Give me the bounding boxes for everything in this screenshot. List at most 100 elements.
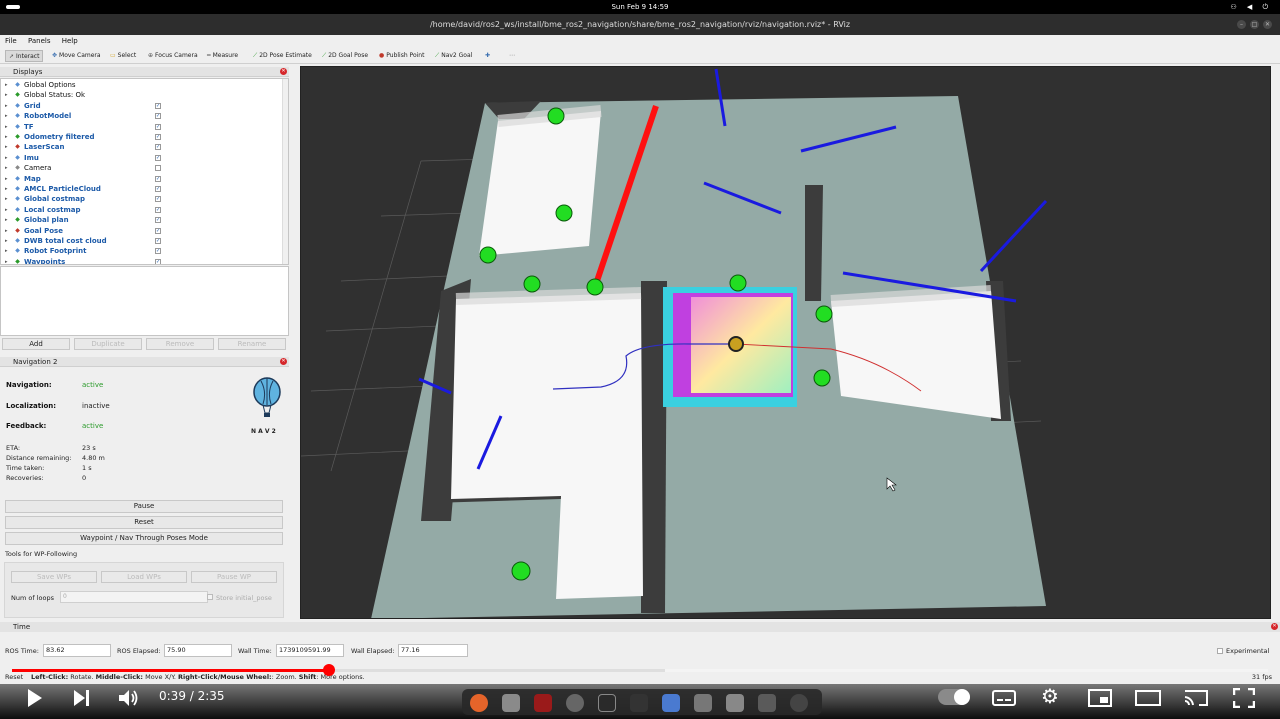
close-navigation2-icon[interactable]: ✕ <box>280 358 287 365</box>
display-item[interactable]: ▸ ◆ TF ✓ <box>1 122 283 132</box>
display-item[interactable]: ▸ ◆ RobotModel ✓ <box>1 111 283 121</box>
close-icon[interactable]: ✕ <box>1263 20 1272 29</box>
status-reset-button[interactable]: Reset <box>5 670 23 684</box>
display-enabled-checkbox[interactable]: ✓ <box>155 196 161 203</box>
add-tool-icon[interactable]: ✚ <box>482 50 493 62</box>
terminal-icon[interactable] <box>534 694 552 712</box>
more-tools-icon[interactable]: ⋯ <box>506 50 518 62</box>
maximize-icon[interactable]: □ <box>1250 20 1259 29</box>
cast-icon[interactable] <box>1182 687 1210 709</box>
pause-wp-button[interactable]: Pause WP <box>191 571 277 583</box>
firefox-icon[interactable] <box>470 694 488 712</box>
menu-file[interactable]: File <box>5 37 17 45</box>
display-item[interactable]: ▸ ◆ Waypoints ✓ <box>1 257 283 264</box>
load-wps-button[interactable]: Load WPs <box>101 571 187 583</box>
expand-arrow-icon[interactable]: ▸ <box>5 90 8 100</box>
tool-interact[interactable]: ➚ Interact <box>5 50 44 62</box>
pause-button[interactable]: Pause <box>5 500 283 513</box>
minimize-icon[interactable]: – <box>1237 20 1246 29</box>
display-item[interactable]: ▸ ◆ Grid ✓ <box>1 101 283 111</box>
save-wps-button[interactable]: Save WPs <box>11 571 97 583</box>
settings-gear-icon[interactable]: ⚙ <box>1041 684 1059 708</box>
display-item[interactable]: ▸ ◆ DWB total cost cloud ✓ <box>1 236 283 246</box>
store-initial-pose-checkbox[interactable] <box>207 594 213 600</box>
theater-mode-icon[interactable] <box>1135 689 1161 707</box>
display-enabled-checkbox[interactable]: ✓ <box>155 217 161 224</box>
reset-button[interactable]: Reset <box>5 516 283 529</box>
expand-arrow-icon[interactable]: ▸ <box>5 153 8 163</box>
display-item[interactable]: ▸ ◆ Goal Pose ✓ <box>1 226 283 236</box>
display-enabled-checkbox[interactable]: ✓ <box>155 134 161 140</box>
display-enabled-checkbox[interactable]: ✓ <box>155 113 161 120</box>
expand-arrow-icon[interactable]: ▸ <box>5 111 8 121</box>
display-item[interactable]: ▸ ◆ Global costmap ✓ <box>1 194 283 204</box>
display-enabled-checkbox[interactable]: ✓ <box>155 186 161 192</box>
text-editor-icon[interactable] <box>662 694 680 712</box>
display-item[interactable]: ▸ ◆ Global Options <box>1 80 283 90</box>
tool-2d-pose-estimate[interactable]: ⟋ 2D Pose Estimate <box>250 50 315 62</box>
expand-arrow-icon[interactable]: ▸ <box>5 122 8 132</box>
wall-time-field[interactable]: 1739109591.99 <box>276 644 344 657</box>
display-item[interactable]: ▸ ◆ Camera <box>1 163 283 173</box>
display-item[interactable]: ▸ ◆ Odometry filtered ✓ <box>1 132 283 142</box>
volume-icon[interactable] <box>118 688 140 708</box>
remove-display-button[interactable]: Remove <box>146 338 214 350</box>
close-displays-icon[interactable]: ✕ <box>280 68 287 75</box>
files-icon[interactable] <box>502 694 520 712</box>
play-icon[interactable] <box>26 688 44 708</box>
display-enabled-checkbox[interactable]: ✓ <box>155 102 161 109</box>
menu-panels[interactable]: Panels <box>28 37 51 45</box>
expand-arrow-icon[interactable]: ▸ <box>5 184 8 194</box>
menu-help[interactable]: Help <box>62 37 78 45</box>
display-enabled-checkbox[interactable]: ✓ <box>155 227 161 234</box>
display-enabled-checkbox[interactable]: ✓ <box>155 123 161 130</box>
miniplayer-icon[interactable] <box>1088 689 1112 707</box>
expand-arrow-icon[interactable]: ▸ <box>5 174 8 184</box>
display-item[interactable]: ▸ ◆ Global Status: Ok <box>1 90 283 100</box>
expand-arrow-icon[interactable]: ▸ <box>5 205 8 215</box>
display-item[interactable]: ▸ ◆ Robot Footprint ✓ <box>1 246 283 256</box>
gazebo-icon[interactable] <box>726 694 744 712</box>
tool-nav2-goal[interactable]: ⟋ Nav2 Goal <box>432 50 475 62</box>
gear-app-icon[interactable] <box>694 694 712 712</box>
subtitles-icon[interactable] <box>992 690 1016 706</box>
expand-arrow-icon[interactable]: ▸ <box>5 215 8 225</box>
tool-select[interactable]: ▭ Select <box>107 50 139 62</box>
tool-measure[interactable]: ═ Measure <box>204 50 241 62</box>
expand-arrow-icon[interactable]: ▸ <box>5 101 8 111</box>
expand-arrow-icon[interactable]: ▸ <box>5 163 8 173</box>
video-scrubber-handle[interactable] <box>322 664 335 676</box>
display-enabled-checkbox[interactable]: ✓ <box>155 248 161 255</box>
display-item[interactable]: ▸ ◆ Imu ✓ <box>1 153 283 163</box>
app-grid-icon[interactable] <box>630 694 648 712</box>
display-enabled-checkbox[interactable] <box>155 165 161 172</box>
display-enabled-checkbox[interactable]: ✓ <box>155 144 161 151</box>
add-display-button[interactable]: Add <box>2 338 70 350</box>
autoplay-toggle[interactable] <box>938 689 970 705</box>
expand-arrow-icon[interactable]: ▸ <box>5 246 8 256</box>
display-item[interactable]: ▸ ◆ Local costmap ✓ <box>1 205 283 215</box>
rviz-3d-viewport[interactable] <box>300 66 1271 619</box>
expand-arrow-icon[interactable]: ▸ <box>5 194 8 204</box>
tool-move-camera[interactable]: ✥ Move Camera <box>49 50 104 62</box>
display-item[interactable]: ▸ ◆ AMCL ParticleCloud ✓ <box>1 184 283 194</box>
experimental-checkbox[interactable] <box>1217 648 1223 654</box>
expand-arrow-icon[interactable]: ▸ <box>5 236 8 246</box>
rename-display-button[interactable]: Rename <box>218 338 286 350</box>
settings-app-icon[interactable] <box>566 694 584 712</box>
display-enabled-checkbox[interactable]: ✓ <box>155 206 161 213</box>
rviz-icon[interactable] <box>790 694 808 712</box>
system-tray-icons[interactable]: ⚇ ◀ ⏻ <box>1230 0 1272 14</box>
system-clock[interactable]: Sun Feb 9 14:59 <box>0 0 1280 14</box>
display-enabled-checkbox[interactable]: ✓ <box>155 175 161 182</box>
wall-elapsed-field[interactable]: 77.16 <box>398 644 468 657</box>
tool-2d-goal-pose[interactable]: ⟋ 2D Goal Pose <box>319 50 371 62</box>
waypoint-mode-button[interactable]: Waypoint / Nav Through Poses Mode <box>5 532 283 545</box>
display-enabled-checkbox[interactable]: ✓ <box>155 238 161 244</box>
expand-arrow-icon[interactable]: ▸ <box>5 80 8 90</box>
tool-publish-point[interactable]: ● Publish Point <box>376 50 427 62</box>
num-loops-input[interactable]: 0 <box>60 591 208 603</box>
expand-arrow-icon[interactable]: ▸ <box>5 142 8 152</box>
ros-time-field[interactable]: 83.62 <box>43 644 111 657</box>
close-time-panel-icon[interactable]: ✕ <box>1271 623 1278 630</box>
